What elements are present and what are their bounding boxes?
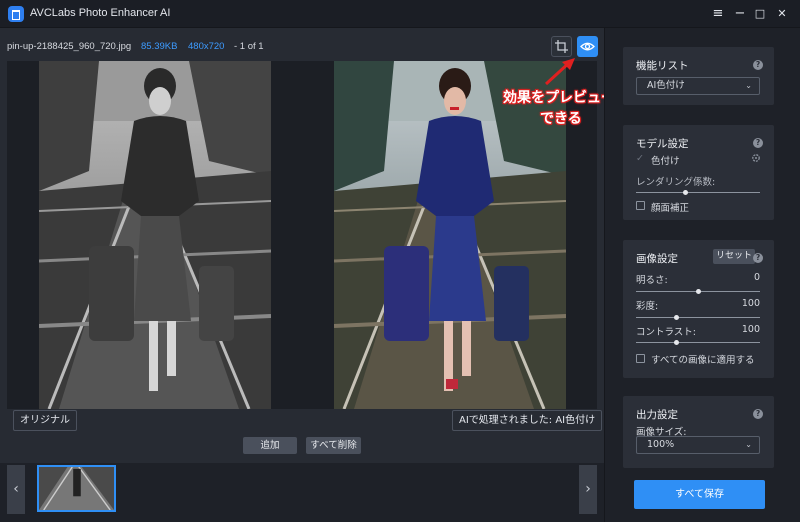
help-icon[interactable]: ? bbox=[753, 409, 763, 419]
slider-handle[interactable] bbox=[674, 340, 680, 345]
model-settings-card: モデル設定 ? ✓ 色付け レンダリング係数: 顔面補正 bbox=[623, 125, 774, 220]
brightness-label: 明るさ: bbox=[636, 275, 668, 286]
annotation-arrow-icon bbox=[544, 58, 575, 86]
apply-all-checkbox[interactable] bbox=[636, 354, 645, 363]
reset-button[interactable]: リセット bbox=[713, 249, 756, 264]
add-button[interactable]: 追加 bbox=[243, 437, 297, 454]
annotation-line-1: 効果をプレビュー bbox=[503, 90, 615, 106]
original-image bbox=[39, 61, 271, 409]
output-settings-title: 出力設定 bbox=[636, 409, 678, 421]
minimize-button[interactable]: − bbox=[730, 4, 750, 24]
face-correction-label: 顔面補正 bbox=[651, 203, 690, 214]
image-settings-card: 画像設定 リセット ? 明るさ: 0 彩度: 100 コントラスト: 100 す… bbox=[623, 240, 774, 378]
help-icon[interactable]: ? bbox=[753, 60, 763, 70]
saturation-slider[interactable] bbox=[636, 315, 760, 320]
delete-all-button[interactable]: すべて削除 bbox=[306, 437, 361, 454]
page-indicator: - 1 of 1 bbox=[234, 41, 264, 52]
original-label: オリジナル bbox=[13, 410, 77, 431]
function-list-title: 機能リスト bbox=[636, 60, 689, 72]
chevron-down-icon: ⌄ bbox=[745, 81, 752, 90]
file-dimensions: 480x720 bbox=[188, 41, 225, 52]
help-icon[interactable]: ? bbox=[753, 253, 763, 263]
close-button[interactable]: ✕ bbox=[772, 4, 792, 24]
brightness-value: 0 bbox=[753, 272, 760, 283]
eye-icon bbox=[580, 42, 595, 51]
contrast-value: 100 bbox=[741, 324, 760, 335]
app-logo-icon bbox=[8, 6, 24, 22]
output-settings-card: 出力設定 ? 画像サイズ: 100% ⌄ bbox=[623, 396, 774, 468]
thumbnails-next-button[interactable]: › bbox=[579, 465, 597, 514]
maximize-button[interactable]: □ bbox=[750, 4, 770, 24]
crop-button[interactable] bbox=[551, 36, 572, 57]
slider-handle[interactable] bbox=[674, 315, 680, 320]
annotation-line-2: できる bbox=[540, 111, 582, 127]
thumbnails-prev-button[interactable]: ‹ bbox=[7, 465, 25, 514]
rendering-factor-label: レンダリング係数: bbox=[636, 177, 716, 188]
gear-icon[interactable] bbox=[751, 153, 761, 163]
contrast-label: コントラスト: bbox=[636, 327, 697, 338]
settings-panel: 機能リスト ? AI色付け ⌄ モデル設定 ? ✓ 色付け レンダリング係数: … bbox=[604, 28, 800, 522]
rendering-factor-slider[interactable] bbox=[636, 190, 760, 195]
preview-area: pin-up-2188425_960_720.jpg 85.39KB 480x7… bbox=[0, 28, 615, 522]
saturation-label: 彩度: bbox=[636, 301, 659, 312]
title-bar: AVCLabs Photo Enhancer AI ≡ − □ ✕ bbox=[0, 0, 800, 28]
contrast-slider[interactable] bbox=[636, 340, 760, 345]
slider-handle[interactable] bbox=[695, 289, 701, 294]
image-viewer: オリジナル AIで処理されました: AI色付け bbox=[7, 61, 603, 431]
crop-icon bbox=[555, 40, 568, 53]
function-select[interactable]: AI色付け ⌄ bbox=[636, 77, 760, 95]
processed-image bbox=[334, 61, 566, 409]
thumbnail-item[interactable] bbox=[37, 465, 116, 512]
colorize-check-icon[interactable]: ✓ bbox=[636, 153, 644, 164]
preview-toggle-button[interactable] bbox=[577, 36, 598, 57]
app-title: AVCLabs Photo Enhancer AI bbox=[30, 7, 171, 19]
chevron-down-icon: ⌄ bbox=[745, 440, 752, 449]
help-icon[interactable]: ? bbox=[753, 138, 763, 148]
model-settings-title: モデル設定 bbox=[636, 138, 689, 150]
apply-all-label: すべての画像に適用する bbox=[651, 355, 755, 366]
function-list-card: 機能リスト ? AI色付け ⌄ bbox=[623, 47, 774, 105]
slider-handle[interactable] bbox=[683, 190, 689, 195]
image-size-select[interactable]: 100% ⌄ bbox=[636, 436, 760, 454]
save-all-button[interactable]: すべて保存 bbox=[634, 480, 765, 509]
brightness-slider[interactable] bbox=[636, 289, 760, 294]
menu-icon[interactable]: ≡ bbox=[708, 4, 728, 24]
file-name: pin-up-2188425_960_720.jpg bbox=[7, 41, 132, 52]
saturation-value: 100 bbox=[741, 298, 760, 309]
processed-label: AIで処理されました: AI色付け bbox=[452, 410, 603, 431]
file-size: 85.39KB bbox=[141, 41, 178, 52]
image-settings-title: 画像設定 bbox=[636, 253, 678, 265]
face-correction-checkbox[interactable] bbox=[636, 201, 645, 210]
colorize-label: 色付け bbox=[651, 156, 680, 167]
